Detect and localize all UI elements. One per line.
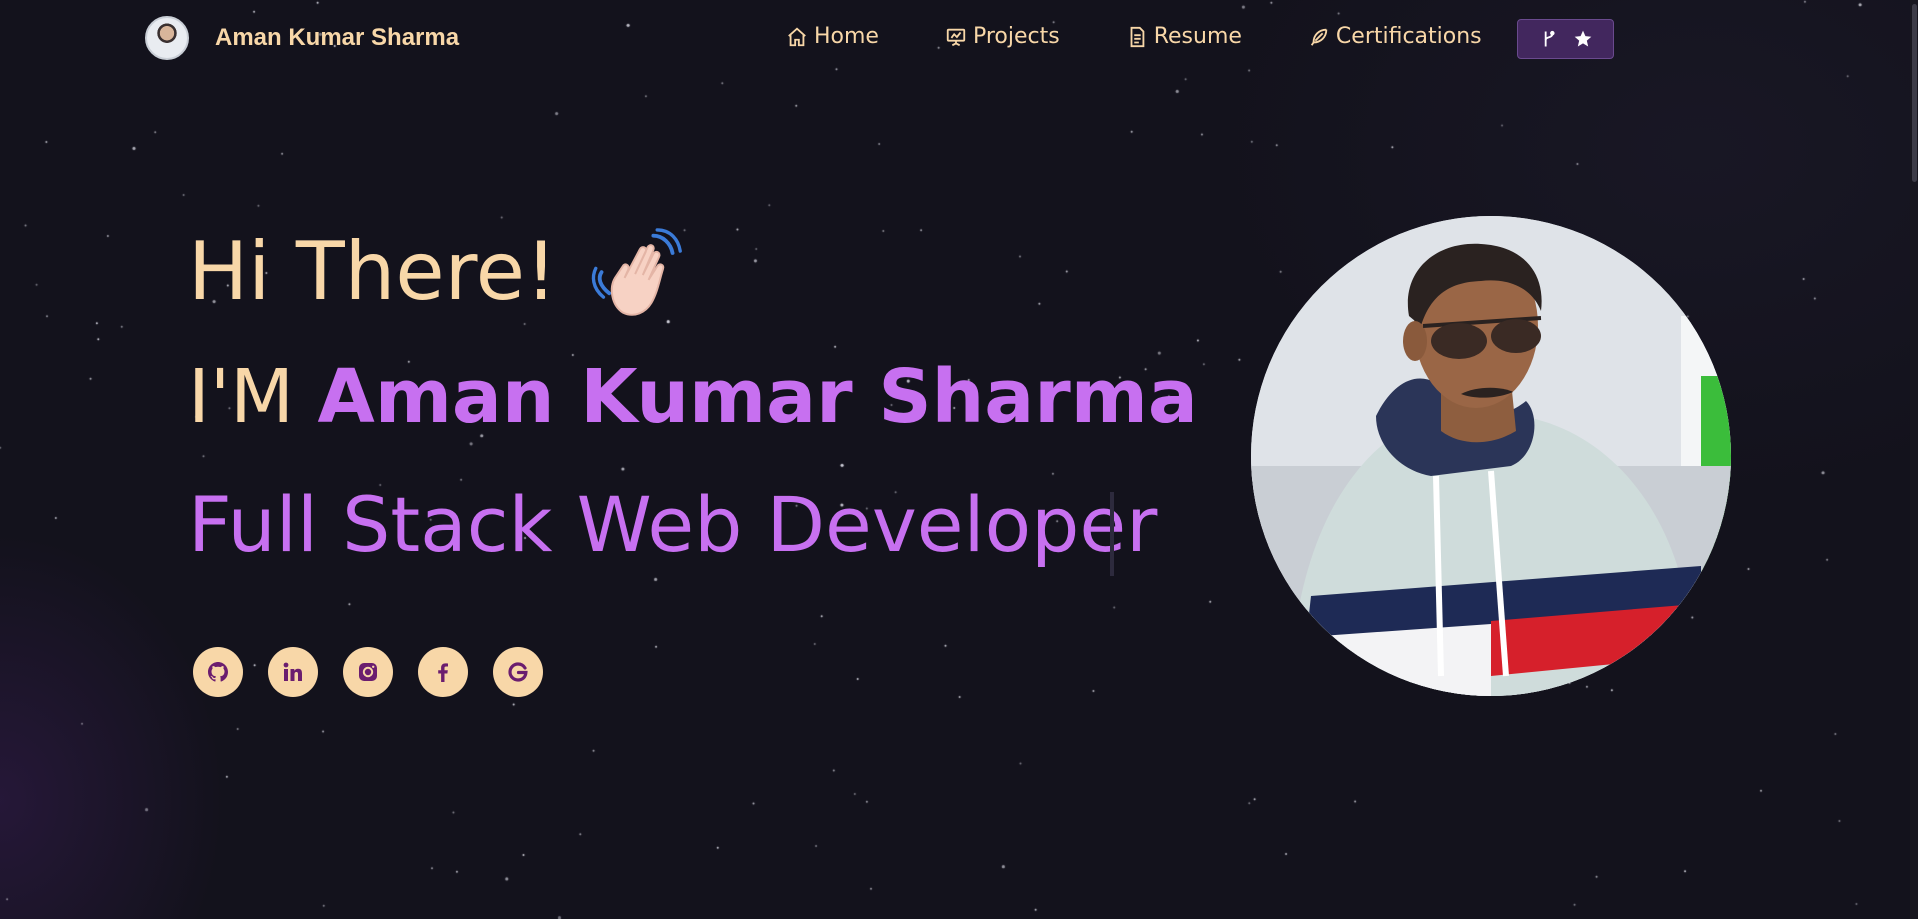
facebook-link[interactable] [418, 647, 468, 697]
nav-resume[interactable]: Resume [1126, 24, 1242, 49]
role-typewriter: Full Stack Web Developer [188, 480, 1158, 569]
nav-home[interactable]: Home [786, 24, 879, 49]
nav-home-label: Home [814, 24, 879, 49]
profile-photo-illustration [1251, 216, 1731, 696]
linkedin-icon [283, 662, 302, 681]
nav-projects[interactable]: Projects [945, 24, 1060, 49]
github-fork-star-button[interactable] [1517, 19, 1614, 59]
presentation-icon [946, 28, 966, 46]
nav-links: Home Projects Resume Certifications [786, 24, 1482, 49]
profile-photo [1251, 216, 1731, 696]
instagram-icon [359, 663, 377, 681]
brand[interactable]: Aman Kumar Sharma [145, 16, 459, 60]
home-icon [788, 27, 806, 46]
nav-certifications[interactable]: Certifications [1308, 24, 1482, 49]
waving-hand-icon [591, 228, 682, 316]
star-icon [1574, 30, 1591, 47]
scrollbar-thumb[interactable] [1912, 4, 1917, 182]
greeting-heading: Hi There! [188, 225, 558, 318]
github-icon [208, 662, 228, 682]
social-links [193, 647, 543, 697]
facebook-icon [438, 663, 448, 682]
navbar: Aman Kumar Sharma Home Projects Resume C… [0, 0, 1918, 80]
document-icon [1130, 26, 1145, 47]
github-link[interactable] [193, 647, 243, 697]
git-fork-icon [1544, 30, 1555, 47]
google-link[interactable] [493, 647, 543, 697]
intro-name: Aman Kumar Sharma [317, 354, 1198, 440]
nav-certifications-label: Certifications [1335, 24, 1482, 49]
google-icon [508, 662, 528, 682]
nav-projects-label: Projects [972, 24, 1060, 49]
brand-name[interactable]: Aman Kumar Sharma [215, 24, 459, 52]
instagram-link[interactable] [343, 647, 393, 697]
intro-heading: I'M Aman Kumar Sharma [188, 352, 1198, 442]
feather-icon [1310, 28, 1328, 46]
nav-resume-label: Resume [1153, 24, 1242, 49]
linkedin-link[interactable] [268, 647, 318, 697]
intro-prefix: I'M [188, 354, 318, 440]
typewriter-cursor [1110, 492, 1114, 576]
brand-avatar[interactable] [145, 16, 189, 60]
